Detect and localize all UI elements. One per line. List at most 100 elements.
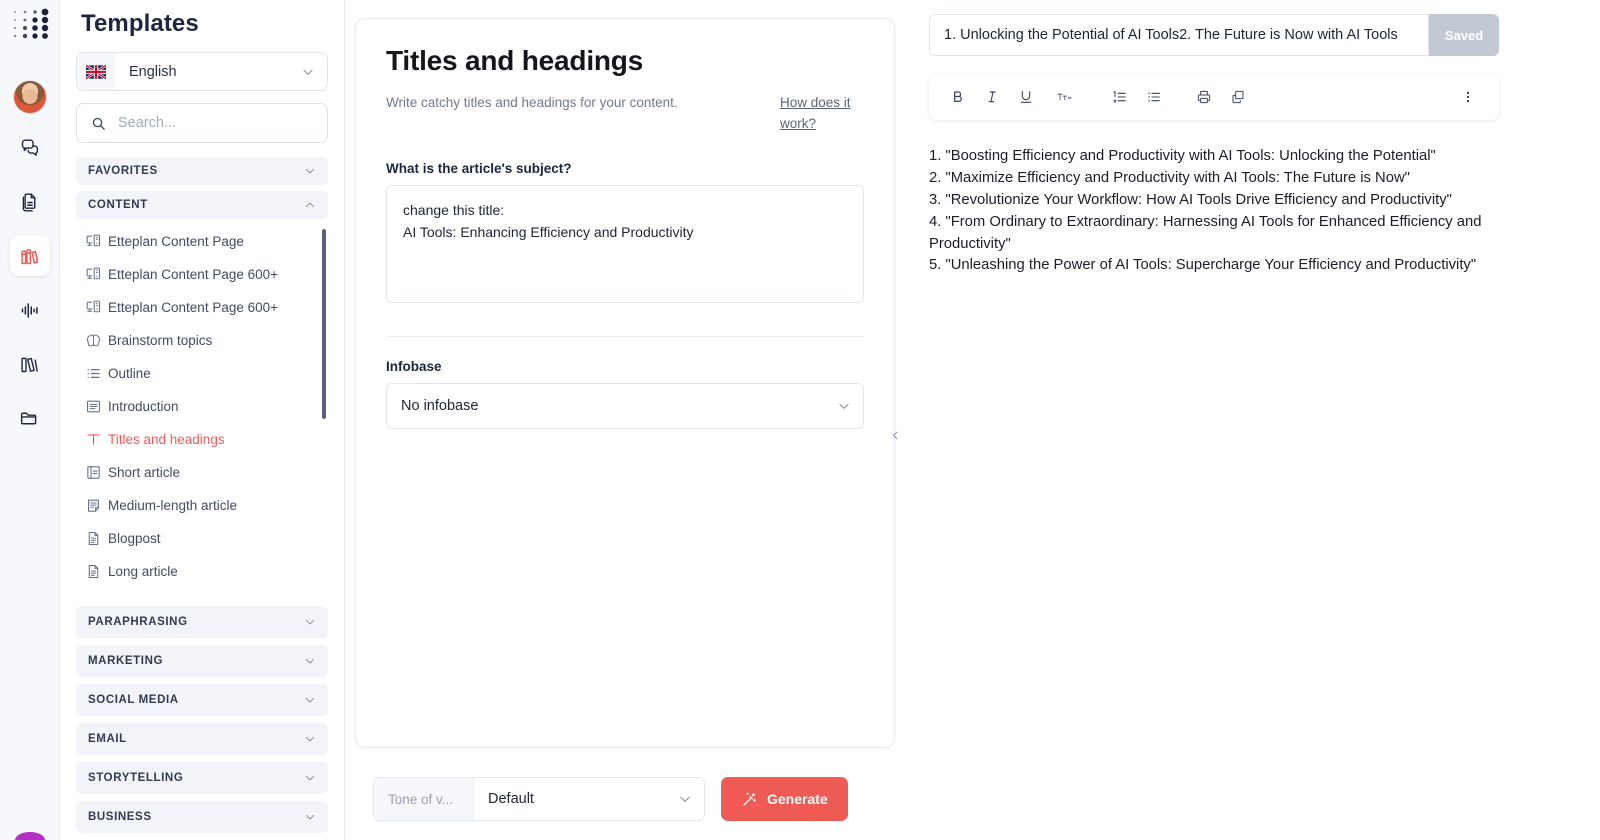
bold-button[interactable] <box>943 82 973 112</box>
list-item[interactable]: Introduction <box>78 390 328 423</box>
brain-icon <box>78 332 108 349</box>
chevron-down-icon <box>306 620 314 625</box>
templates-icon[interactable] <box>9 236 50 276</box>
content-line: 5. "Unleashing the Power of AI Tools: Su… <box>929 257 1477 274</box>
form-description: Write catchy titles and headings for you… <box>386 95 678 110</box>
scrollbar[interactable] <box>322 229 326 420</box>
dot-matrix-logo <box>13 8 48 39</box>
how-does-it-work-link[interactable]: How does it work? <box>780 93 864 135</box>
list-item-label: Etteplan Content Page 600+ <box>108 300 279 316</box>
app-root: Templates English FAVORITES <box>0 0 1600 840</box>
tone-of-voice-label: Tone of v... <box>374 778 474 820</box>
chevron-down-icon <box>306 168 314 174</box>
content-line: 4. "From Ordinary to Extraordinary: Harn… <box>929 213 1482 252</box>
list-icon <box>78 365 108 382</box>
generate-button-label: Generate <box>767 791 828 807</box>
category-email[interactable]: EMAIL <box>76 723 328 755</box>
list-item-label: Medium-length article <box>108 498 238 514</box>
template-form-panel: Titles and headings Write catchy titles … <box>345 0 905 840</box>
category-label: STORYTELLING <box>88 772 184 784</box>
chevron-down-icon <box>306 815 314 820</box>
chat-icon[interactable] <box>10 128 50 168</box>
category-business[interactable]: BUSINESS <box>76 801 328 833</box>
document-icon <box>78 563 108 580</box>
tone-of-voice-value: Default <box>488 791 534 807</box>
category-list-rest: PARAPHRASING MARKETING SOCIAL MEDIA EMAI… <box>76 606 328 840</box>
list-item-label: Titles and headings <box>108 432 225 448</box>
category-label: FAVORITES <box>88 164 158 177</box>
folder-icon[interactable] <box>10 398 50 438</box>
chevron-up-icon <box>306 202 314 208</box>
uk-flag-icon <box>77 53 115 91</box>
library-icon[interactable] <box>10 344 50 384</box>
underline-button[interactable] <box>1011 82 1041 112</box>
category-storytelling[interactable]: STORYTELLING <box>76 762 328 794</box>
print-button[interactable] <box>1189 82 1219 112</box>
subject-input[interactable] <box>386 184 864 303</box>
chevron-down-icon <box>680 796 690 802</box>
category-paraphrasing[interactable]: PARAPHRASING <box>76 606 328 638</box>
list-item[interactable]: Outline <box>78 357 328 390</box>
divider <box>386 335 864 337</box>
list-item[interactable]: Blogpost <box>78 522 328 555</box>
list-item-label: Short article <box>108 465 181 481</box>
template-form-card: Titles and headings Write catchy titles … <box>355 18 895 748</box>
list-item[interactable]: Long article <box>78 555 328 588</box>
list-item[interactable]: Etteplan Content Page <box>78 225 328 258</box>
document-title-row: Saved <box>929 14 1499 56</box>
chevron-down-icon <box>306 698 314 703</box>
generate-button[interactable]: Generate <box>721 777 848 821</box>
documents-icon[interactable] <box>10 182 50 222</box>
magic-wand-icon <box>743 792 756 806</box>
list-item[interactable]: Etteplan Content Page 600+ <box>78 258 328 291</box>
document-title-input[interactable] <box>929 14 1429 56</box>
search-box[interactable] <box>76 103 328 143</box>
chevron-down-icon <box>306 776 314 781</box>
audio-waveform-icon[interactable] <box>10 290 50 330</box>
page-title: Templates <box>81 10 199 37</box>
sidebar-item-titles-and-headings[interactable]: Titles and headings <box>78 423 328 456</box>
left-icon-rail <box>0 0 60 840</box>
category-marketing[interactable]: MARKETING <box>76 645 328 677</box>
paragraph-icon <box>78 398 108 415</box>
list-item-label: Outline <box>108 366 151 382</box>
list-item-label: Etteplan Content Page <box>108 234 244 250</box>
editor-panel: Saved <box>905 0 1600 840</box>
language-select[interactable]: English <box>76 52 328 92</box>
category-favorites[interactable]: FAVORITES <box>76 156 328 186</box>
content-line: 2. "Maximize Efficiency and Productivity… <box>929 169 1410 186</box>
list-item-partial[interactable] <box>78 588 328 596</box>
content-line: 3. "Revolutionize Your Workflow: How AI … <box>929 191 1452 208</box>
save-button[interactable]: Saved <box>1429 14 1499 56</box>
numbered-list-button[interactable] <box>1105 82 1135 112</box>
list-item[interactable]: Short article <box>78 456 328 489</box>
category-content[interactable]: CONTENT <box>76 191 328 220</box>
list-item[interactable]: Brainstorm topics <box>78 324 328 357</box>
desktop-icon <box>78 233 108 250</box>
collapse-panel-handle[interactable] <box>884 412 906 458</box>
category-label: CONTENT <box>88 199 148 212</box>
search-input[interactable] <box>118 115 327 132</box>
category-label: EMAIL <box>88 733 127 745</box>
list-item[interactable]: Medium-length article <box>78 489 328 522</box>
infobase-select[interactable]: No infobase <box>386 382 864 429</box>
editor-toolbar <box>929 74 1499 120</box>
avatar[interactable] <box>12 80 47 114</box>
rail-bottom-indicator <box>14 832 45 840</box>
category-social-media[interactable]: SOCIAL MEDIA <box>76 684 328 716</box>
list-item[interactable]: Etteplan Content Page 600+ <box>78 291 328 324</box>
short-doc-icon <box>78 464 108 481</box>
bulleted-list-button[interactable] <box>1139 82 1169 112</box>
italic-button[interactable] <box>977 82 1007 112</box>
infobase-label: Infobase <box>386 358 442 374</box>
tone-of-voice-select[interactable]: Tone of v... Default <box>373 777 705 821</box>
font-size-button[interactable] <box>1045 82 1085 112</box>
form-subheader-row: Write catchy titles and headings for you… <box>386 93 864 135</box>
chevron-down-icon <box>306 659 314 664</box>
language-value: English <box>129 63 177 80</box>
list-item-label: Brainstorm topics <box>108 333 213 349</box>
templates-scroll-area: Etteplan Content Page Etteplan Content P… <box>76 225 328 596</box>
editor-content[interactable]: 1. "Boosting Efficiency and Productivity… <box>929 146 1504 277</box>
copy-button[interactable] <box>1223 82 1253 112</box>
more-options-button[interactable] <box>1459 83 1477 111</box>
